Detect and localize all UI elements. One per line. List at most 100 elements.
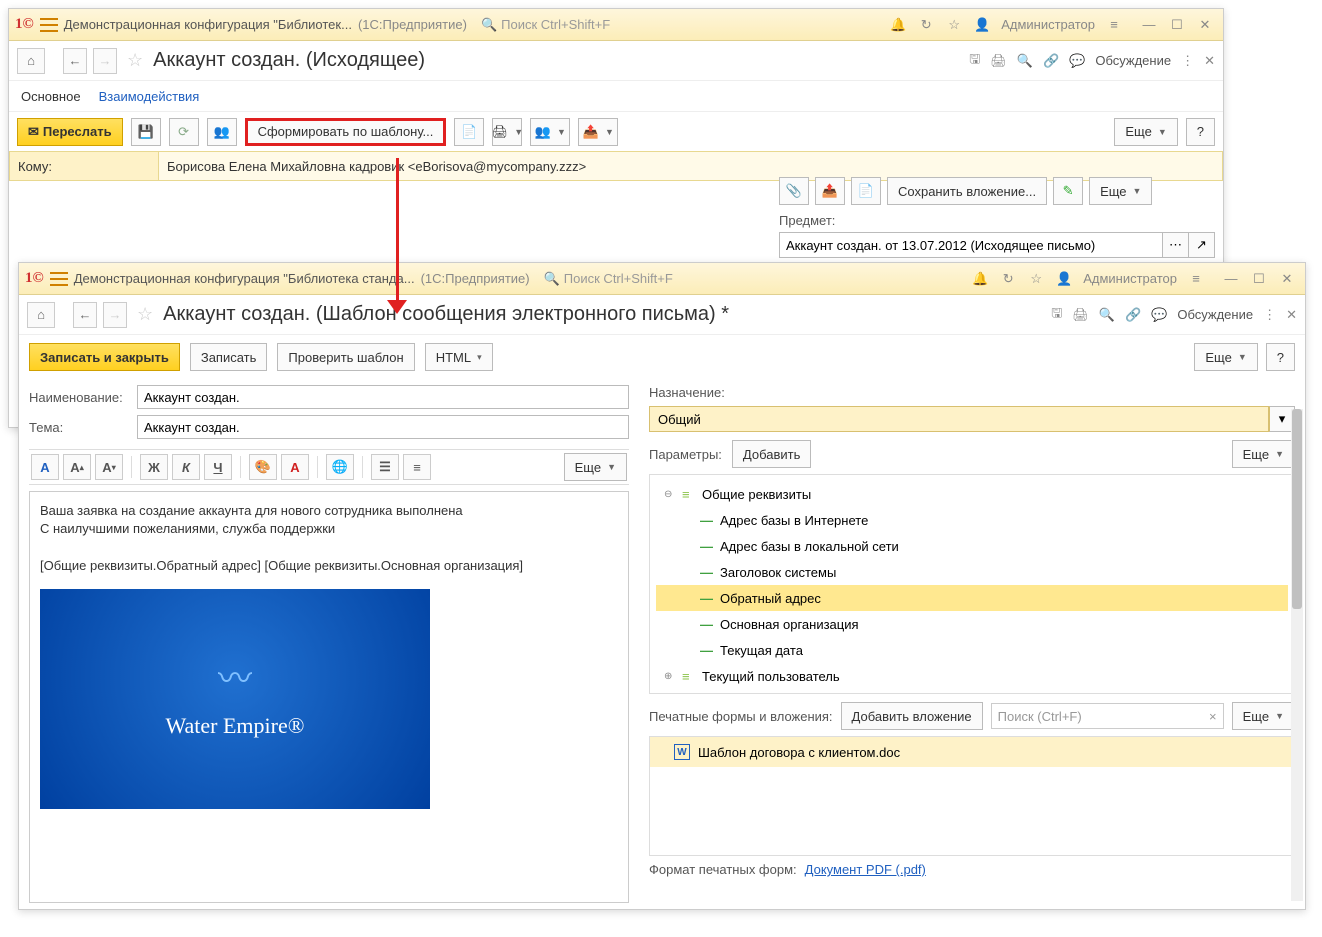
clear-icon[interactable]: × (1209, 709, 1217, 724)
close-button[interactable]: ✕ (1193, 15, 1217, 35)
discuss-label[interactable]: Обсуждение (1095, 53, 1171, 68)
text-color-button[interactable]: A (281, 454, 309, 480)
forward-button[interactable]: → (93, 48, 117, 74)
back-button[interactable]: ← (73, 302, 97, 328)
minimize-button[interactable]: — (1137, 15, 1161, 35)
global-search[interactable]: 🔍 Поиск Ctrl+Shift+F (481, 17, 883, 33)
link-icon[interactable]: 🔗 (1125, 307, 1141, 323)
home-button[interactable]: ⌂ (17, 48, 45, 74)
font-button[interactable]: A (31, 454, 59, 480)
tree-item[interactable]: —Заголовок системы (656, 559, 1288, 585)
tree-item[interactable]: —Текущая дата (656, 637, 1288, 663)
help-button[interactable]: ? (1266, 343, 1295, 371)
maximize-button[interactable]: ☐ (1247, 269, 1271, 289)
more-icon[interactable]: ⋮ (1263, 307, 1276, 323)
fmt-more-button[interactable]: Еще▼ (564, 453, 627, 481)
theme-input[interactable]: Аккаунт создан. (137, 415, 629, 439)
subject-input[interactable]: Аккаунт создан. от 13.07.2012 (Исходящее… (779, 232, 1163, 258)
export-button[interactable]: 📤▼ (578, 118, 618, 146)
save-icon[interactable]: 🖫 (969, 50, 980, 72)
save-close-button[interactable]: Записать и закрыть (29, 343, 180, 371)
scrollbar[interactable] (1291, 409, 1303, 901)
more-button[interactable]: Еще▼ (1089, 177, 1152, 205)
preview-icon[interactable]: 🔍 (1099, 307, 1115, 323)
history-icon[interactable]: ↻ (999, 270, 1017, 288)
menu-icon[interactable] (50, 272, 68, 286)
favorite-icon[interactable]: ☆ (127, 50, 143, 71)
global-search[interactable]: 🔍 Поиск Ctrl+Shift+F (544, 271, 966, 287)
attach-icon[interactable]: 📎 (779, 177, 809, 205)
star-icon[interactable]: ☆ (1027, 270, 1045, 288)
save-button[interactable]: 💾 (131, 118, 161, 146)
people-button[interactable]: 👥▼ (530, 118, 570, 146)
tree-root[interactable]: ⊖ ≡ Общие реквизиты (656, 481, 1288, 507)
user-name[interactable]: Администратор (1083, 271, 1177, 286)
more-button[interactable]: Еще▼ (1114, 118, 1177, 146)
params-more-button[interactable]: Еще▼ (1232, 440, 1295, 468)
tree-item[interactable]: —Адрес базы в локальной сети (656, 533, 1288, 559)
save-attachment-button[interactable]: Сохранить вложение... (887, 177, 1047, 205)
editor-area[interactable]: Ваша заявка на создание аккаунта для нов… (29, 491, 629, 903)
document-button[interactable]: 📄 (454, 118, 484, 146)
numbered-list-button[interactable]: ☰ (371, 454, 399, 480)
subject-open-button[interactable]: ↗ (1189, 232, 1215, 258)
bold-button[interactable]: Ж (140, 454, 168, 480)
bell-icon[interactable]: 🔔 (889, 16, 907, 34)
more-icon[interactable]: ⋮ (1181, 53, 1194, 69)
user-name[interactable]: Администратор (1001, 17, 1095, 32)
underline-button[interactable]: Ч (204, 454, 232, 480)
contacts-button[interactable]: 👥 (207, 118, 237, 146)
tab-main[interactable]: Основное (21, 85, 81, 108)
history-icon[interactable]: ↻ (917, 16, 935, 34)
params-tree[interactable]: ⊖ ≡ Общие реквизиты —Адрес базы в Интерн… (649, 474, 1295, 694)
collapse-icon[interactable]: ⊖ (664, 489, 676, 500)
help-button[interactable]: ? (1186, 118, 1215, 146)
attach-search[interactable]: Поиск (Ctrl+F) × (991, 703, 1224, 729)
save-button[interactable]: Записать (190, 343, 268, 371)
scroll-thumb[interactable] (1292, 409, 1302, 609)
bullet-list-button[interactable]: ≡ (403, 454, 431, 480)
destination-input[interactable]: Общий (649, 406, 1269, 432)
close-form-button[interactable]: ✕ (1286, 307, 1297, 323)
edit-icon[interactable]: ✎ (1053, 177, 1083, 205)
attachment-item[interactable]: W Шаблон договора с клиентом.doc (650, 737, 1294, 767)
print-icon[interactable]: 🖨 (1072, 307, 1089, 323)
save-icon[interactable]: 🖫 (1051, 304, 1062, 326)
tree-item[interactable]: ⊕ ≡ Текущий пользователь (656, 663, 1288, 689)
maximize-button[interactable]: ☐ (1165, 15, 1189, 35)
settings-icon[interactable]: ≡ (1187, 270, 1205, 288)
link-icon[interactable]: 🔗 (1043, 53, 1059, 69)
upload-icon[interactable]: 📤 (815, 177, 845, 205)
highlight-button[interactable]: 🎨 (249, 454, 277, 480)
minimize-button[interactable]: — (1219, 269, 1243, 289)
forward-button[interactable]: ✉ Переслать (17, 118, 123, 146)
name-input[interactable]: Аккаунт создан. (137, 385, 629, 409)
favorite-icon[interactable]: ☆ (137, 304, 153, 325)
bell-icon[interactable]: 🔔 (971, 270, 989, 288)
attach-more-button[interactable]: Еще▼ (1232, 702, 1295, 730)
home-button[interactable]: ⌂ (27, 302, 55, 328)
check-template-button[interactable]: Проверить шаблон (277, 343, 414, 371)
discuss-label[interactable]: Обсуждение (1177, 307, 1253, 322)
attachments-list[interactable]: W Шаблон договора с клиентом.doc (649, 736, 1295, 856)
new-doc-icon[interactable]: 📄 (851, 177, 881, 205)
preview-icon[interactable]: 🔍 (1017, 53, 1033, 69)
insert-image-button[interactable]: 🌐 (326, 454, 354, 480)
print-icon[interactable]: 🖨 (990, 53, 1007, 69)
user-icon[interactable]: 👤 (973, 16, 991, 34)
star-icon[interactable]: ☆ (945, 16, 963, 34)
print-button[interactable]: 🖨▼ (492, 118, 522, 146)
subject-more-button[interactable]: ⋯ (1163, 232, 1189, 258)
forward-button[interactable]: → (103, 302, 127, 328)
font-size-up-button[interactable]: A▴ (63, 454, 91, 480)
create-from-template-button[interactable]: Сформировать по шаблону... (245, 118, 447, 146)
tree-item[interactable]: —Основная организация (656, 611, 1288, 637)
add-param-button[interactable]: Добавить (732, 440, 811, 468)
expand-icon[interactable]: ⊕ (664, 671, 676, 682)
more-button[interactable]: Еще▼ (1194, 343, 1257, 371)
font-size-down-button[interactable]: A▾ (95, 454, 123, 480)
tree-item-selected[interactable]: —Обратный адрес (656, 585, 1288, 611)
add-attachment-button[interactable]: Добавить вложение (841, 702, 983, 730)
user-icon[interactable]: 👤 (1055, 270, 1073, 288)
tree-item[interactable]: —Адрес базы в Интернете (656, 507, 1288, 533)
